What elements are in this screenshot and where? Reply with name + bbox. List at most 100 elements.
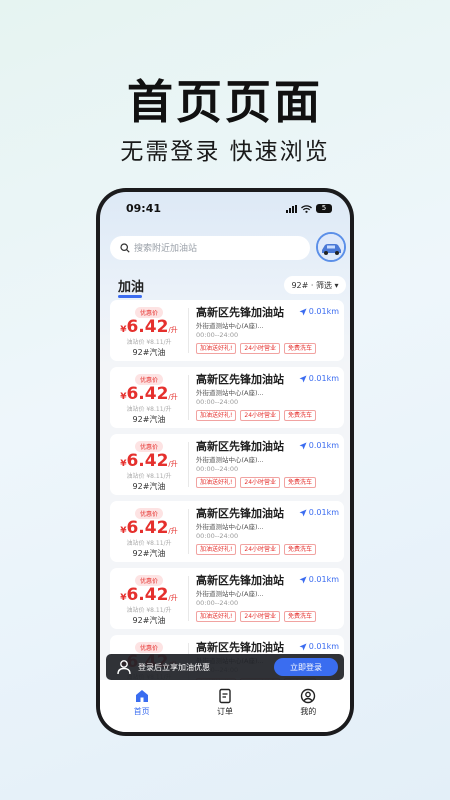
station-tag: 加油送好礼! bbox=[196, 477, 237, 488]
station-tag: 加油送好礼! bbox=[196, 410, 237, 421]
distance-value: 0.01km bbox=[308, 642, 339, 651]
tag-list: 加油送好礼!24小时营业免费洗车 bbox=[196, 410, 341, 421]
station-address: 外街道测站中心(A座)... bbox=[196, 322, 264, 330]
station-info: 高新区先锋加油站 0.01km 外街道测站中心(A座)... 00:00--24… bbox=[196, 440, 341, 488]
battery-icon: 5 bbox=[316, 204, 332, 213]
distance-value: 0.01km bbox=[308, 441, 339, 450]
price-value: 6.42 bbox=[126, 585, 169, 605]
price: ¥6.42/升 bbox=[110, 386, 188, 405]
distance[interactable]: 0.01km bbox=[299, 642, 339, 651]
station-hours: 00:00--24:00 bbox=[196, 465, 239, 473]
original-price: 油站价 ¥8.11/升 bbox=[126, 607, 172, 614]
station-card[interactable]: 优惠价 ¥6.42/升 油站价 ¥8.11/升 92#汽油 高新区先锋加油站 0… bbox=[110, 300, 344, 361]
user-icon bbox=[117, 660, 131, 675]
tab-orders[interactable]: 订单 bbox=[195, 688, 255, 732]
station-tag: 免费洗车 bbox=[284, 477, 317, 488]
price-column: 优惠价 ¥6.42/升 油站价 ¥8.11/升 92#汽油 bbox=[110, 300, 188, 361]
distance[interactable]: 0.01km bbox=[299, 307, 339, 316]
station-tag: 加油送好礼! bbox=[196, 611, 237, 622]
distance[interactable]: 0.01km bbox=[299, 575, 339, 584]
station-tag: 免费洗车 bbox=[284, 343, 317, 354]
phone-frame: 09:41 5 搜索附近加油站 加油 92# · 筛选 ▾ 优惠价 ¥6.42/… bbox=[96, 188, 354, 736]
station-info: 高新区先锋加油站 0.01km 外街道测站中心(A座)... 00:00--24… bbox=[196, 373, 341, 421]
price-value: 6.42 bbox=[126, 384, 169, 404]
price-unit: /升 bbox=[168, 460, 178, 468]
station-info: 高新区先锋加油站 0.01km 外街道测站中心(A座)... 00:00--24… bbox=[196, 507, 341, 555]
station-hours: 00:00--24:00 bbox=[196, 532, 239, 540]
navigation-arrow-icon bbox=[299, 442, 307, 449]
price-value: 6.42 bbox=[126, 518, 169, 538]
search-icon bbox=[120, 243, 130, 253]
distance[interactable]: 0.01km bbox=[299, 508, 339, 517]
wifi-icon bbox=[301, 204, 312, 213]
fuel-type: 92#汽油 bbox=[132, 549, 166, 558]
profile-icon bbox=[301, 688, 316, 704]
station-tag: 24小时营业 bbox=[240, 410, 281, 421]
station-tag: 免费洗车 bbox=[284, 544, 317, 555]
status-bar: 09:41 5 bbox=[100, 202, 350, 218]
price-column: 优惠价 ¥6.42/升 油站价 ¥8.11/升 92#汽油 bbox=[110, 568, 188, 629]
price-column: 优惠价 ¥6.42/升 油站价 ¥8.11/升 92#汽油 bbox=[110, 434, 188, 495]
distance-value: 0.01km bbox=[308, 508, 339, 517]
car-avatar[interactable] bbox=[316, 232, 346, 262]
divider bbox=[188, 576, 189, 621]
price: ¥6.42/升 bbox=[110, 520, 188, 539]
car-icon bbox=[318, 234, 344, 260]
original-price: 油站价 ¥8.11/升 bbox=[126, 339, 172, 346]
tab-profile[interactable]: 我的 bbox=[278, 688, 338, 732]
divider bbox=[188, 375, 189, 420]
price-unit: /升 bbox=[168, 594, 178, 602]
station-tag: 24小时营业 bbox=[240, 544, 281, 555]
station-tag: 24小时营业 bbox=[240, 611, 281, 622]
price-column: 优惠价 ¥6.42/升 油站价 ¥8.11/升 92#汽油 bbox=[110, 501, 188, 562]
station-tag: 免费洗车 bbox=[284, 611, 317, 622]
navigation-arrow-icon bbox=[299, 509, 307, 516]
station-card[interactable]: 优惠价 ¥6.42/升 油站价 ¥8.11/升 92#汽油 高新区先锋加油站 0… bbox=[110, 434, 344, 495]
price-value: 6.42 bbox=[126, 317, 169, 337]
price-unit: /升 bbox=[168, 326, 178, 334]
station-tag: 加油送好礼! bbox=[196, 343, 237, 354]
price-value: 6.42 bbox=[126, 451, 169, 471]
section-title: 加油 bbox=[118, 276, 144, 298]
search-input[interactable] bbox=[134, 243, 294, 253]
price: ¥6.42/升 bbox=[110, 319, 188, 338]
login-button[interactable]: 立即登录 bbox=[274, 658, 338, 676]
station-address: 外街道测站中心(A座)... bbox=[196, 456, 264, 464]
tab-home[interactable]: 首页 bbox=[112, 688, 172, 732]
station-tag: 加油送好礼! bbox=[196, 544, 237, 555]
divider bbox=[188, 308, 189, 353]
station-card[interactable]: 优惠价 ¥6.42/升 油站价 ¥8.11/升 92#汽油 高新区先锋加油站 0… bbox=[110, 568, 344, 629]
distance[interactable]: 0.01km bbox=[299, 441, 339, 450]
station-hours: 00:00--24:00 bbox=[196, 599, 239, 607]
distance[interactable]: 0.01km bbox=[299, 374, 339, 383]
navigation-arrow-icon bbox=[299, 375, 307, 382]
tag-list: 加油送好礼!24小时营业免费洗车 bbox=[196, 343, 341, 354]
station-hours: 00:00--24:00 bbox=[196, 331, 239, 339]
status-icons: 5 bbox=[286, 204, 332, 213]
station-info: 高新区先锋加油站 0.01km 外街道测站中心(A座)... 00:00--24… bbox=[196, 574, 341, 622]
navigation-arrow-icon bbox=[299, 643, 307, 650]
tab-profile-label: 我的 bbox=[300, 707, 317, 716]
fuel-type: 92#汽油 bbox=[132, 482, 166, 491]
original-price: 油站价 ¥8.11/升 bbox=[126, 540, 172, 547]
tab-home-label: 首页 bbox=[133, 707, 150, 716]
tag-list: 加油送好礼!24小时营业免费洗车 bbox=[196, 611, 341, 622]
search-bar[interactable] bbox=[110, 236, 310, 260]
login-banner: 登录后立享加油优惠 立即登录 bbox=[106, 654, 344, 680]
filter-dropdown[interactable]: 92# · 筛选 ▾ bbox=[284, 276, 346, 294]
tab-bar: 首页 订单 我的 bbox=[100, 680, 350, 732]
station-address: 外街道测站中心(A座)... bbox=[196, 590, 264, 598]
station-card[interactable]: 优惠价 ¥6.42/升 油站价 ¥8.11/升 92#汽油 高新区先锋加油站 0… bbox=[110, 501, 344, 562]
fuel-type: 92#汽油 bbox=[132, 415, 166, 424]
tag-list: 加油送好礼!24小时营业免费洗车 bbox=[196, 477, 341, 488]
station-card[interactable]: 优惠价 ¥6.42/升 油站价 ¥8.11/升 92#汽油 高新区先锋加油站 0… bbox=[110, 367, 344, 428]
signal-icon bbox=[286, 204, 297, 213]
station-tag: 24小时营业 bbox=[240, 343, 281, 354]
fuel-type: 92#汽油 bbox=[132, 348, 166, 357]
station-address: 外街道测站中心(A座)... bbox=[196, 523, 264, 531]
tag-list: 加油送好礼!24小时营业免费洗车 bbox=[196, 544, 341, 555]
station-hours: 00:00--24:00 bbox=[196, 398, 239, 406]
price-unit: /升 bbox=[168, 527, 178, 535]
price: ¥6.42/升 bbox=[110, 453, 188, 472]
station-list: 优惠价 ¥6.42/升 油站价 ¥8.11/升 92#汽油 高新区先锋加油站 0… bbox=[110, 300, 344, 702]
